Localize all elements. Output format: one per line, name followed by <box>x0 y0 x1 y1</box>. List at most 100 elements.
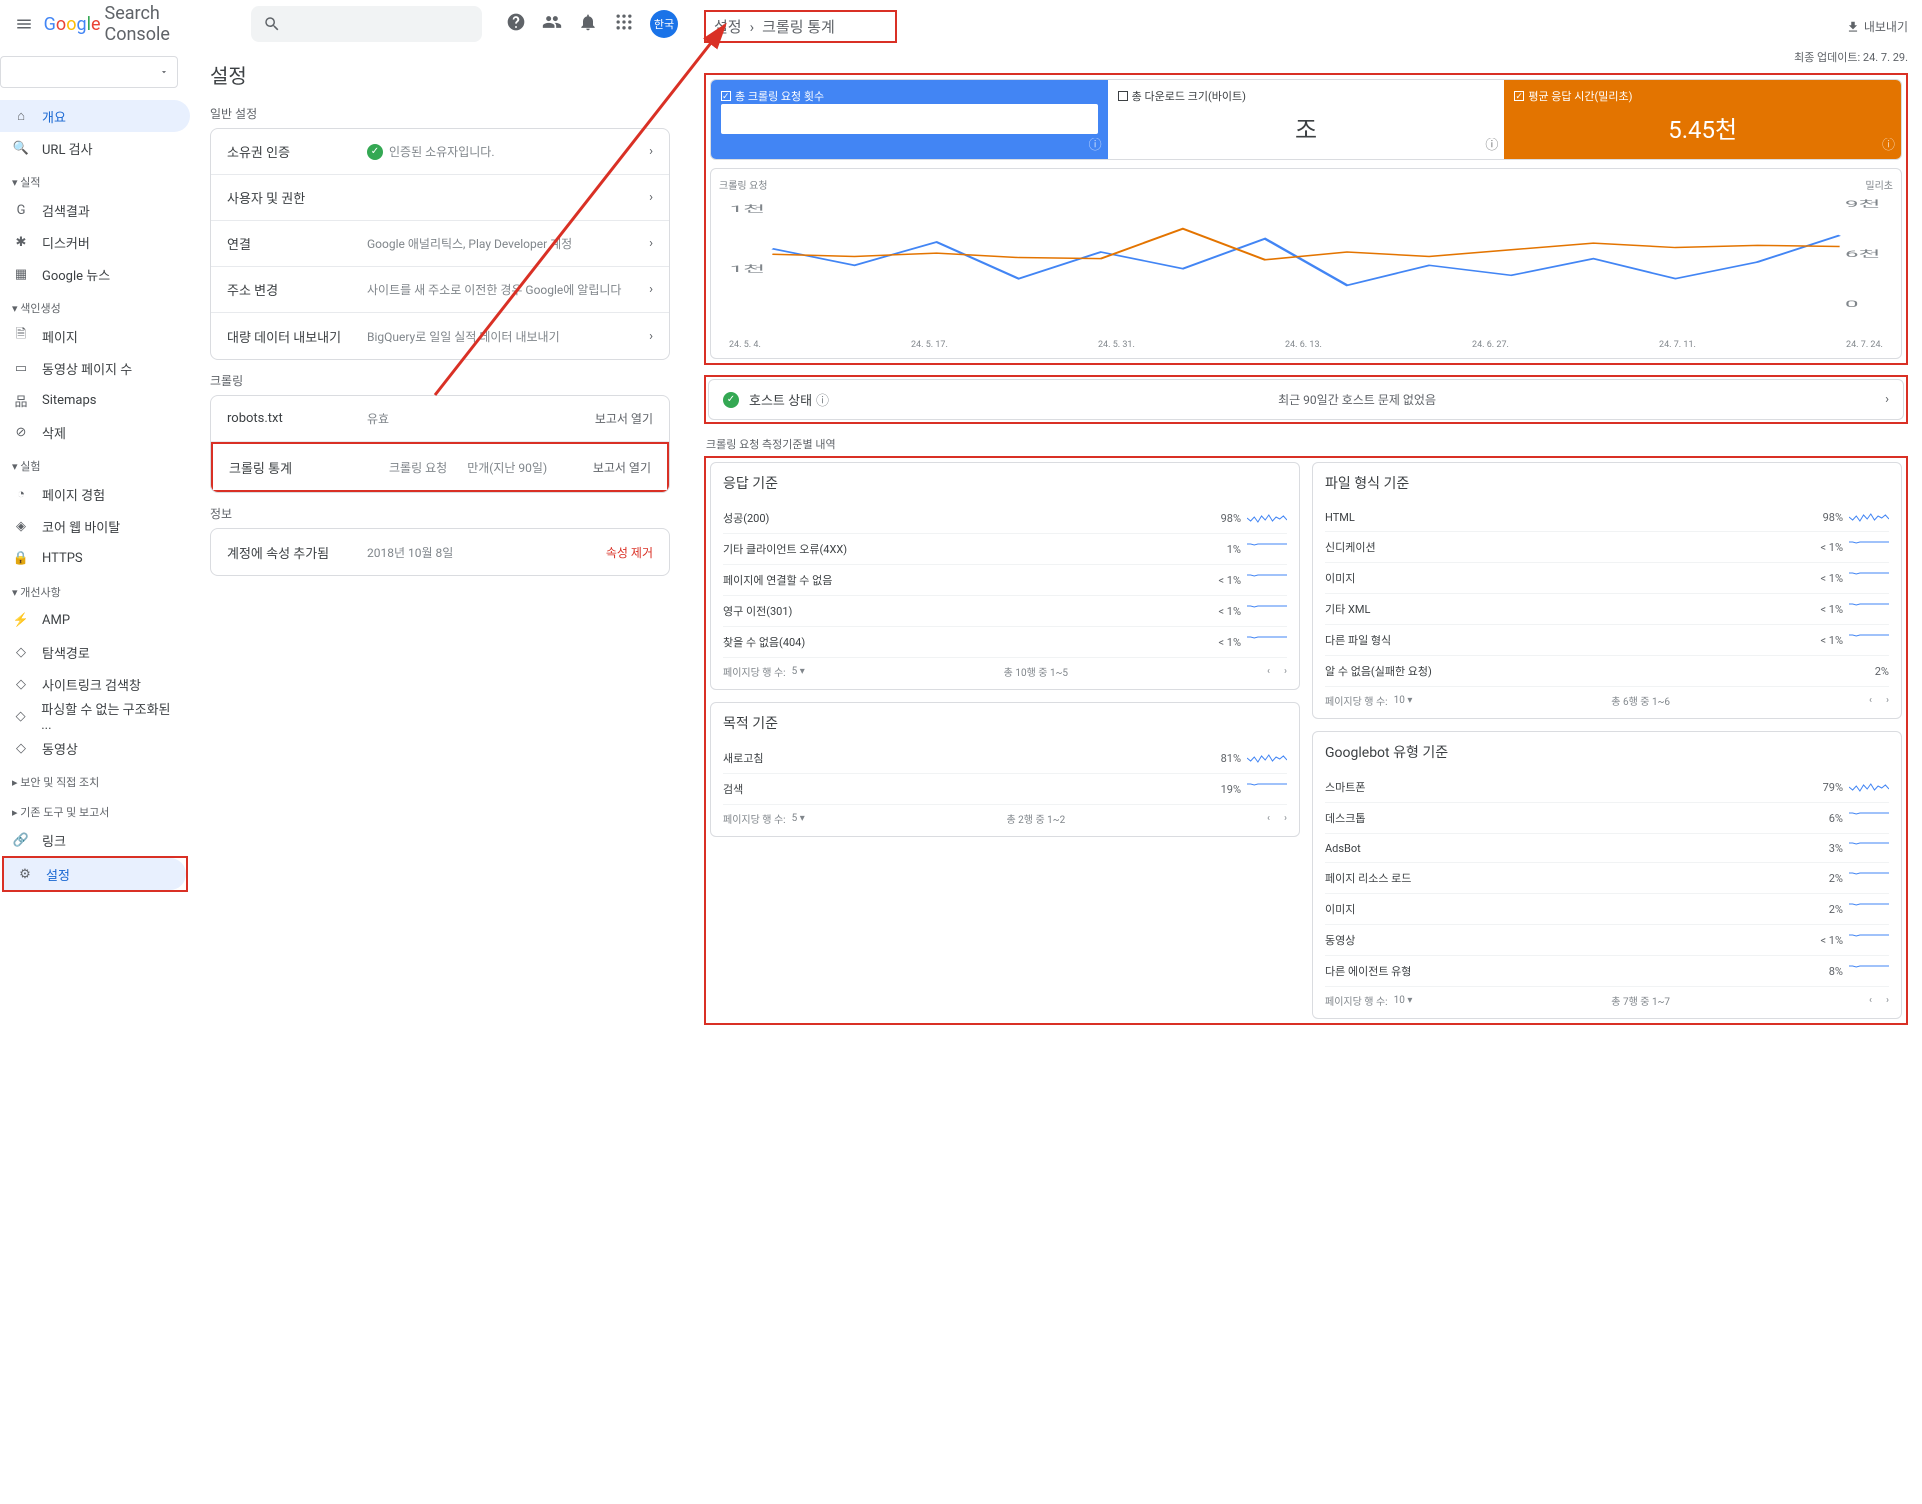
notifications-icon[interactable] <box>578 12 598 36</box>
breakdown-row[interactable]: 기타 XML< 1% <box>1325 594 1889 625</box>
help-icon[interactable] <box>506 12 526 36</box>
next-page-icon[interactable]: › <box>1886 695 1889 706</box>
sidebar-item-video-pages[interactable]: ▭동영상 페이지 수 <box>0 352 190 384</box>
row-robots[interactable]: robots.txt 유효 보고서 열기 <box>211 396 669 442</box>
card-footer: 페이지당 행 수:10 ▾총 7행 중 1~7‹› <box>1325 987 1889 1008</box>
breakdown-row[interactable]: 기타 클라이언트 오류(4XX)1% <box>723 534 1287 565</box>
sidebar-group-security[interactable]: ▸ 보안 및 직접 조치 <box>0 764 190 794</box>
rows-per-page[interactable]: 10 ▾ <box>1394 995 1413 1006</box>
lock-icon: 🔒 <box>12 549 30 567</box>
breakdown-row[interactable]: HTML98% <box>1325 503 1889 532</box>
hamburger-icon[interactable] <box>12 12 36 36</box>
checkbox-icon <box>1118 91 1128 101</box>
property-selector[interactable] <box>0 56 178 88</box>
prev-page-icon[interactable]: ‹ <box>1267 813 1270 824</box>
sidebar-group-legacy[interactable]: ▸ 기존 도구 및 보고서 <box>0 794 190 824</box>
breadcrumb-icon: ◇ <box>12 643 30 661</box>
breakdown-row[interactable]: 찾을 수 없음(404)< 1% <box>723 627 1287 658</box>
row-address-change[interactable]: 주소 변경 사이트를 새 주소로 이전한 경우 Google에 알립니다 › <box>211 267 669 313</box>
prev-page-icon[interactable]: ‹ <box>1869 695 1872 706</box>
breakdown-row[interactable]: AdsBot3% <box>1325 834 1889 863</box>
sidebar-item-sitemaps[interactable]: 品Sitemaps <box>0 384 190 416</box>
breakdown-row[interactable]: 이미지2% <box>1325 894 1889 925</box>
breakdown-row[interactable]: 페이지 리소스 로드2% <box>1325 863 1889 894</box>
prev-page-icon[interactable]: ‹ <box>1267 666 1270 677</box>
sidebar-item-overview[interactable]: ⌂개요 <box>0 100 190 132</box>
sidebar-item-url-inspect[interactable]: 🔍URL 검사 <box>0 132 190 164</box>
gear-icon: ⚙ <box>16 865 34 883</box>
breakdown-row[interactable]: 검색19% <box>723 774 1287 805</box>
section-crawling: 크롤링 <box>210 372 670 389</box>
search-bar[interactable] <box>251 6 482 42</box>
sidebar-item-https[interactable]: 🔒HTTPS <box>0 542 190 574</box>
breakdown-label: 크롤링 요청 측정기준별 내역 <box>704 432 1908 456</box>
chevron-right-icon: › <box>649 236 653 251</box>
rows-per-page[interactable]: 10 ▾ <box>1394 695 1413 706</box>
sidebar-item-google-news[interactable]: ▦Google 뉴스 <box>0 258 190 290</box>
bc-settings[interactable]: 설정 <box>714 16 742 37</box>
breakdown-row[interactable]: 데스크톱6% <box>1325 803 1889 834</box>
host-status-row[interactable]: ✓ 호스트 상태 ⓘ 최근 90일간 호스트 문제 없었음 › <box>708 379 1904 420</box>
apps-icon[interactable] <box>614 12 634 36</box>
sidebar-item-settings[interactable]: ⚙설정 <box>4 858 186 890</box>
row-users[interactable]: 사용자 및 권한 › <box>211 175 669 221</box>
card-footer: 페이지당 행 수:5 ▾총 10행 중 1~5‹› <box>723 658 1287 679</box>
sidebar-item-unparseable[interactable]: ◇파싱할 수 없는 구조화된 ... <box>0 700 190 732</box>
breakdown-row[interactable]: 스마트폰79% <box>1325 772 1889 803</box>
sidebar-item-page-experience[interactable]: ◔페이지 경험 <box>0 478 190 510</box>
people-icon[interactable] <box>542 12 562 36</box>
sidebar-group-indexing[interactable]: ▾ 색인생성 <box>0 290 190 320</box>
search-input[interactable] <box>289 16 470 32</box>
sidebar-item-discover[interactable]: ✱디스커버 <box>0 226 190 258</box>
sidebar-group-performance[interactable]: ▾ 실적 <box>0 164 190 194</box>
next-page-icon[interactable]: › <box>1284 813 1287 824</box>
next-page-icon[interactable]: › <box>1886 995 1889 1006</box>
sidebar-item-core-web-vitals[interactable]: ◈코어 웹 바이탈 <box>0 510 190 542</box>
video-icon: ◇ <box>12 739 30 757</box>
sidebar-group-enhancements[interactable]: ▾ 개선사항 <box>0 574 190 604</box>
sidebar-group-experience[interactable]: ▾ 실험 <box>0 448 190 478</box>
help-icon[interactable]: ⓘ <box>1089 134 1102 153</box>
breakdown-row[interactable]: 신디케이션< 1% <box>1325 532 1889 563</box>
breakdown-row[interactable]: 다른 파일 형식< 1% <box>1325 625 1889 656</box>
help-icon[interactable]: ⓘ <box>1485 134 1498 153</box>
main-settings: 설정 일반 설정 소유권 인증 ✓인증된 소유자입니다. › 사용자 및 권한 … <box>190 48 690 900</box>
sidebar-item-pages[interactable]: 🗎페이지 <box>0 320 190 352</box>
sidebar-item-sitelinks-search[interactable]: ◇사이트링크 검색창 <box>0 668 190 700</box>
row-ownership[interactable]: 소유권 인증 ✓인증된 소유자입니다. › <box>211 129 669 175</box>
sidebar-item-removals[interactable]: ⊘삭제 <box>0 416 190 448</box>
page-title: 설정 <box>210 60 670 89</box>
breakdown-row[interactable]: 성공(200)98% <box>723 503 1287 534</box>
breakdown-row[interactable]: 새로고침81% <box>723 743 1287 774</box>
sidebar-item-videos[interactable]: ◇동영상 <box>0 732 190 764</box>
account-avatar[interactable]: 한국 <box>650 10 678 38</box>
row-bulk-export[interactable]: 대량 데이터 내보내기 BigQuery로 일일 실적 데이터 내보내기 › <box>211 313 669 359</box>
sidebar-item-amp[interactable]: ⚡AMP <box>0 604 190 636</box>
search-icon: 🔍 <box>12 139 30 157</box>
metric-total-requests[interactable]: 총 크롤링 요청 횟수 ⓘ <box>711 80 1108 159</box>
card-googlebot: Googlebot 유형 기준스마트폰79%데스크톱6%AdsBot3%페이지 … <box>1312 731 1902 1019</box>
breakdown-row[interactable]: 페이지에 연결할 수 없음< 1% <box>723 565 1287 596</box>
breakdown-row[interactable]: 이미지< 1% <box>1325 563 1889 594</box>
video-icon: ▭ <box>12 359 30 377</box>
sidebar-item-search-results[interactable]: G검색결과 <box>0 194 190 226</box>
row-crawl-stats[interactable]: 크롤링 통계 크롤링 요청 만개(지난 90일) 보고서 열기 <box>213 444 667 490</box>
breakdown-row[interactable]: 동영상< 1% <box>1325 925 1889 956</box>
metric-avg-response[interactable]: 평균 응답 시간(밀리초) 5.45천 ⓘ <box>1504 80 1901 159</box>
rows-per-page[interactable]: 5 ▾ <box>792 666 805 677</box>
row-associations[interactable]: 연결 Google 애널리틱스, Play Developer 계정 › <box>211 221 669 267</box>
rows-per-page[interactable]: 5 ▾ <box>792 813 805 824</box>
remove-property-link[interactable]: 속성 제거 <box>606 544 653 561</box>
help-icon[interactable]: ⓘ <box>816 390 829 409</box>
dropdown-icon <box>159 67 169 77</box>
export-button[interactable]: 내보내기 <box>1846 18 1908 35</box>
breakdown-row[interactable]: 다른 에이전트 유형8% <box>1325 956 1889 987</box>
help-icon[interactable]: ⓘ <box>1882 134 1895 153</box>
sidebar-item-breadcrumbs[interactable]: ◇탐색경로 <box>0 636 190 668</box>
sidebar-item-links[interactable]: 🔗링크 <box>0 824 190 856</box>
checkbox-icon <box>721 91 731 101</box>
next-page-icon[interactable]: › <box>1284 666 1287 677</box>
prev-page-icon[interactable]: ‹ <box>1869 995 1872 1006</box>
breakdown-row[interactable]: 영구 이전(301)< 1% <box>723 596 1287 627</box>
metric-download-size[interactable]: 총 다운로드 크기(바이트) 조 ⓘ <box>1108 80 1505 159</box>
